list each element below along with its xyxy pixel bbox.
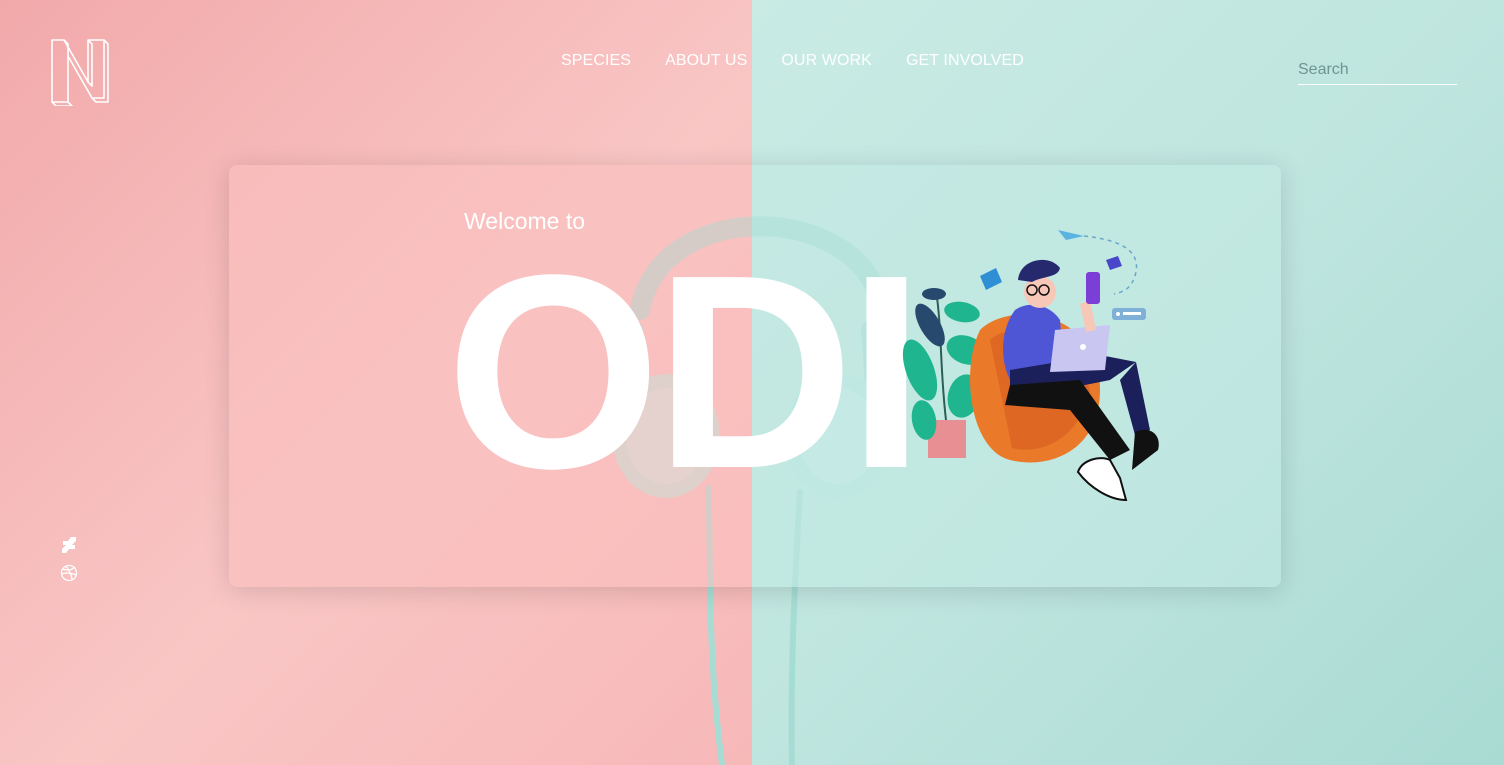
search-box bbox=[1298, 58, 1457, 85]
envelope-icon bbox=[980, 268, 1002, 290]
paper-plane-icon bbox=[1058, 230, 1084, 240]
logo-icon[interactable] bbox=[48, 36, 112, 106]
main-nav: SPECIES ABOUT US OUR WORK GET INVOLVED bbox=[561, 52, 1024, 70]
phone-icon bbox=[1086, 272, 1100, 304]
social-links bbox=[60, 536, 78, 582]
envelope-icon bbox=[1106, 256, 1122, 270]
nav-species[interactable]: SPECIES bbox=[561, 52, 631, 70]
deviantart-icon[interactable] bbox=[60, 536, 78, 554]
person-illustration bbox=[902, 230, 1159, 502]
nav-about-us[interactable]: ABOUT US bbox=[665, 52, 747, 70]
nav-get-involved[interactable]: GET INVOLVED bbox=[906, 52, 1024, 70]
hero-title: ODI bbox=[446, 218, 925, 526]
nav-our-work[interactable]: OUR WORK bbox=[781, 52, 872, 70]
search-input[interactable] bbox=[1298, 58, 1457, 82]
dribbble-icon[interactable] bbox=[60, 564, 78, 582]
